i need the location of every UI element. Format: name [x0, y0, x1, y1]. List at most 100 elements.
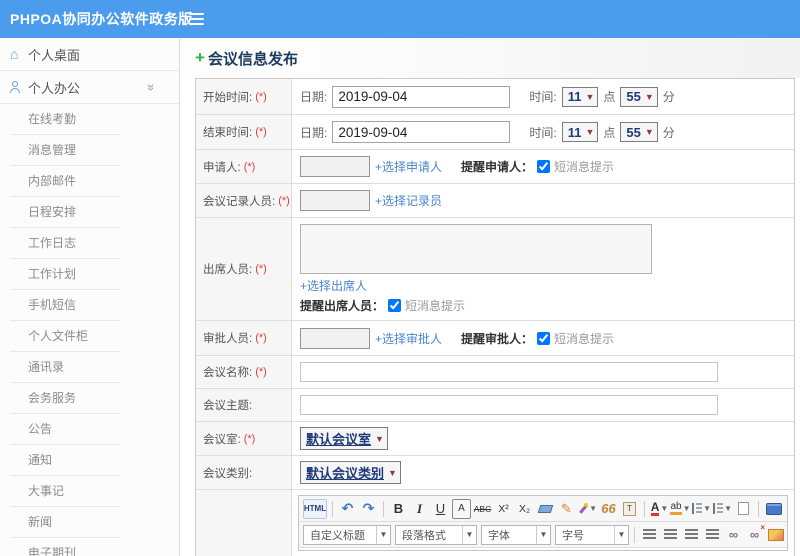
sidebar-submenu-item[interactable]: 内部邮件: [0, 166, 179, 197]
approver-input[interactable]: [300, 327, 370, 349]
format-brush-button[interactable]: ✎: [557, 499, 576, 519]
align-right-button[interactable]: [682, 525, 701, 545]
hamburger-menu-icon[interactable]: [189, 13, 204, 25]
sidebar-submenu-item[interactable]: 工作日志: [0, 228, 179, 259]
choose-approver-link[interactable]: +选择审批人: [375, 330, 442, 347]
row-end-time: 结束时间:(*) 日期: 时间: 11▼ 点 55▼ 分: [196, 115, 794, 150]
editor-format-select[interactable]: 段落格式 ▼: [395, 524, 477, 545]
html-source-button[interactable]: HTML: [303, 498, 327, 519]
select-arrow-icon: ▼: [375, 433, 384, 444]
align-center-icon: [664, 529, 677, 540]
unlink-button[interactable]: ∞: [745, 523, 765, 545]
editor-content-area[interactable]: [299, 548, 787, 550]
align-center-button[interactable]: [661, 525, 680, 545]
choose-applicant-link[interactable]: +选择申请人: [375, 158, 442, 175]
date-label: 日期:: [300, 125, 328, 140]
insert-image-button[interactable]: [766, 525, 785, 545]
chevron-double-down-icon: »: [143, 83, 159, 91]
subscript-button[interactable]: X₂: [515, 499, 534, 519]
remind-approver-checkbox[interactable]: [537, 331, 551, 345]
undo-button[interactable]: ↶: [338, 499, 357, 519]
required-mark: (*): [243, 432, 256, 445]
meeting-subject-input[interactable]: [300, 395, 718, 415]
sidebar-submenu-item[interactable]: 大事记: [0, 476, 179, 507]
font-background-button[interactable]: A: [452, 498, 471, 519]
remind-attendees-checkbox[interactable]: [388, 299, 402, 312]
redo-button[interactable]: ↷: [359, 499, 378, 519]
required-mark: (*): [255, 126, 267, 138]
choose-recorder-link[interactable]: +选择记录员: [375, 192, 442, 209]
field-label: 结束时间:: [203, 127, 253, 139]
select-arrow-icon: ▼: [644, 127, 654, 137]
insert-link-button[interactable]: ∞: [724, 525, 743, 545]
row-approver: 审批人员: (*) +选择审批人 提醒审批人： 短消息提示: [196, 321, 794, 356]
autotypeset-button[interactable]: ▼: [578, 499, 597, 519]
meeting-name-input[interactable]: [300, 362, 718, 382]
end-hour-select[interactable]: 11 ▼: [561, 122, 599, 142]
sidebar-submenu-item[interactable]: 通讯录: [0, 352, 179, 383]
sidebar-submenu-item[interactable]: 通知: [0, 445, 179, 476]
ordered-list-button[interactable]: ▼: [692, 499, 711, 519]
remove-format-button[interactable]: [536, 499, 555, 519]
select-arrow-icon: ▼: [614, 525, 628, 544]
select-arrow-icon: ▼: [585, 127, 595, 137]
start-hour-select[interactable]: 11 ▼: [561, 86, 599, 107]
sidebar-submenu: 在线考勤 消息管理 内部邮件 日程安排 工作日志 工作计划 手机短信 个人文件柜 通讯录 会务服务…: [0, 104, 179, 556]
select-arrow-icon: ▼: [585, 91, 595, 102]
end-minute-select[interactable]: 55 ▼: [620, 122, 658, 142]
sidebar-submenu-item[interactable]: 手机短信: [0, 290, 179, 321]
font-color-button[interactable]: A ▼: [650, 499, 669, 519]
sidebar-submenu-item[interactable]: 电子期刊: [0, 538, 179, 556]
bold-button[interactable]: B: [389, 499, 408, 519]
recorder-input[interactable]: [300, 190, 370, 211]
fullscreen-button[interactable]: [764, 499, 783, 519]
editor-format-select[interactable]: 字号 ▼: [555, 524, 629, 545]
time-label: 时间:: [529, 90, 557, 104]
sidebar-item-office[interactable]: 个人办公 »: [0, 71, 179, 104]
editor-format-select[interactable]: 自定义标题 ▼: [303, 524, 391, 545]
monitor-icon: [765, 502, 782, 515]
remind-applicant-checkbox[interactable]: [537, 160, 551, 173]
highlight-button[interactable]: ab ▼: [670, 499, 691, 519]
sidebar-submenu-item[interactable]: 在线考勤: [0, 104, 179, 135]
field-label: 会议记录人员:: [203, 195, 276, 208]
add-icon: +: [195, 48, 205, 67]
page-title: 会议信息发布: [207, 50, 298, 68]
field-label: 会议类别:: [203, 467, 253, 480]
sidebar-submenu-item[interactable]: 日程安排: [0, 197, 179, 228]
align-justify-button[interactable]: [703, 525, 722, 545]
italic-button[interactable]: I: [410, 499, 429, 519]
start-date-input[interactable]: [332, 85, 511, 108]
editor-format-select[interactable]: 字体 ▼: [481, 524, 551, 545]
attendees-textarea[interactable]: [300, 224, 652, 274]
sidebar: ⌂ 个人桌面 个人办公 » 在线考勤 消息管理 内部邮件 日程安排 工作日志 工作计划 手机…: [0, 38, 180, 556]
meeting-room-select[interactable]: 默认会议室 ▼: [300, 427, 388, 450]
meeting-category-select[interactable]: 默认会议类别 ▼: [300, 461, 401, 484]
align-left-button[interactable]: [640, 525, 659, 545]
field-label: 会议主题:: [203, 400, 253, 412]
end-date-input[interactable]: [332, 121, 511, 143]
row-recorder: 会议记录人员: (*) +选择记录员: [196, 184, 794, 218]
sidebar-submenu-item[interactable]: 新闻: [0, 507, 179, 538]
new-page-button[interactable]: [734, 499, 753, 519]
start-minute-select[interactable]: 55 ▼: [620, 86, 658, 107]
sidebar-item-desktop[interactable]: ⌂ 个人桌面: [0, 38, 179, 71]
choose-attendees-link[interactable]: +选择出席人: [300, 277, 367, 294]
app-window: PHPOA协同办公软件政务版 ⌂ 个人桌面 个人办公 » 在线考勤 消息管理 内部邮…: [0, 0, 800, 556]
applicant-input[interactable]: [300, 156, 370, 177]
editor-toolbar-row1: HTML ↶ ↷ B I U A ABC X² X₂ ✎ ▼ 66 T A ▼ …: [299, 496, 787, 522]
editor-toolbar-row2: 自定义标题 ▼ 段落格式 ▼ 字体 ▼ 字号 ▼ ∞ ∞: [299, 522, 787, 548]
strikethrough-button[interactable]: ABC: [473, 499, 492, 519]
sidebar-submenu-item[interactable]: 工作计划: [0, 259, 179, 290]
required-mark: (*): [278, 194, 290, 207]
sidebar-submenu-item[interactable]: 消息管理: [0, 135, 179, 166]
underline-button[interactable]: U: [431, 499, 450, 519]
sidebar-submenu-item[interactable]: 会务服务: [0, 383, 179, 414]
paste-button[interactable]: T: [620, 499, 639, 519]
page-header: + 会议信息发布: [181, 38, 800, 78]
blockquote-button[interactable]: 66: [599, 499, 618, 519]
unordered-list-button[interactable]: ▼: [713, 499, 732, 519]
sidebar-submenu-item[interactable]: 个人文件柜: [0, 321, 179, 352]
sidebar-submenu-item[interactable]: 公告: [0, 414, 179, 445]
superscript-button[interactable]: X²: [494, 499, 513, 519]
